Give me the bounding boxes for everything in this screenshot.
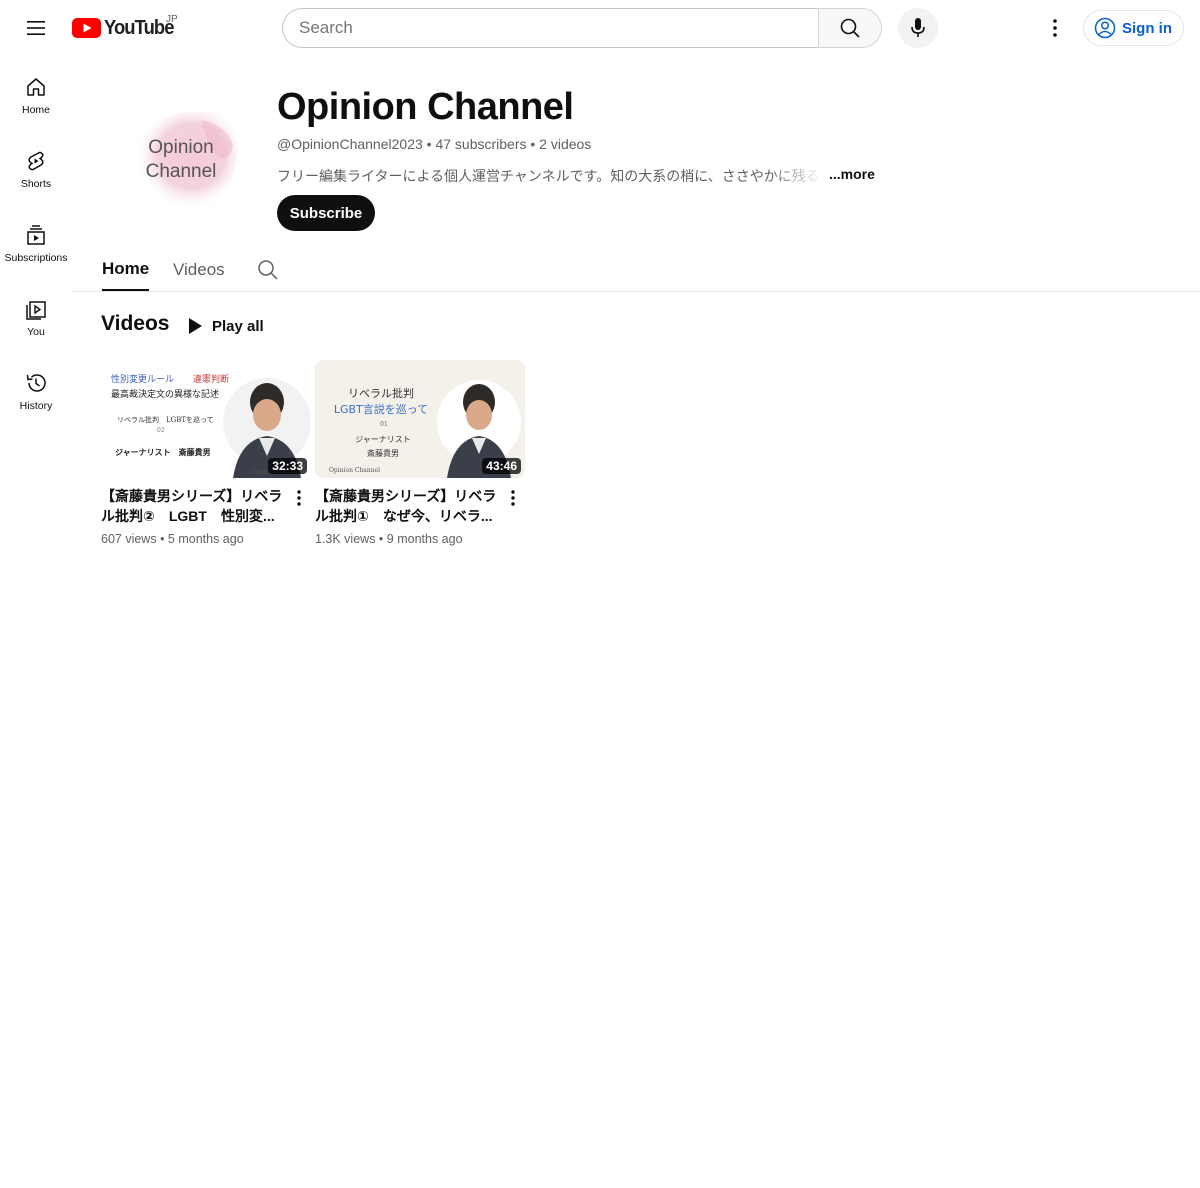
video-card[interactable]: 性別変更ルール 違憲判断 最高裁決定文の異様な記述 リベラル批判 LGBTを巡っ… xyxy=(101,360,311,546)
sign-in-button[interactable]: Sign in xyxy=(1083,10,1184,46)
settings-menu-button[interactable] xyxy=(1035,8,1075,48)
play-all-label: Play all xyxy=(212,317,264,335)
avatar-line1: Opinion xyxy=(148,137,214,158)
svg-text:違憲判断: 違憲判断 xyxy=(193,373,229,385)
svg-text:リベラル批判 LGBTを巡って: リベラル批判 LGBTを巡って xyxy=(117,415,214,424)
svg-text:Opin: Opin xyxy=(253,469,268,476)
menu-button[interactable] xyxy=(16,8,56,48)
sidebar: Home Shorts Subscriptions You History xyxy=(0,56,72,426)
play-icon xyxy=(189,318,202,334)
svg-text:リベラル批判: リベラル批判 xyxy=(348,386,414,400)
more-link[interactable]: ...more xyxy=(829,166,875,186)
svg-text:02: 02 xyxy=(157,427,165,434)
play-all-button[interactable]: Play all xyxy=(180,310,264,342)
svg-text:ジャーナリスト: ジャーナリスト xyxy=(355,435,411,444)
description-text: フリー編集ライターによる個人運営チャンネルです。知の大系の梢に、ささやかに残る xyxy=(277,168,820,184)
account-icon xyxy=(1094,17,1116,39)
shorts-icon xyxy=(28,151,44,171)
youtube-logo[interactable]: YouTube xyxy=(72,17,180,39)
logo-wordmark: YouTube xyxy=(104,16,174,39)
sidebar-item-shorts[interactable]: Shorts xyxy=(0,130,72,204)
tab-videos[interactable]: Videos xyxy=(173,248,225,292)
svg-text:ジャーナリスト 斎藤貴男: ジャーナリスト 斎藤貴男 xyxy=(115,447,211,457)
more-vert-icon xyxy=(297,490,301,506)
video-action-menu[interactable] xyxy=(287,486,311,510)
subscriptions-icon xyxy=(27,225,45,245)
sidebar-item-subscriptions[interactable]: Subscriptions xyxy=(0,204,72,278)
video-thumbnail[interactable]: 性別変更ルール 違憲判断 最高裁決定文の異様な記述 リベラル批判 LGBTを巡っ… xyxy=(101,360,311,478)
channel-tabs: Home Videos xyxy=(72,248,1200,292)
video-card[interactable]: リベラル批判 LGBT言説を巡って 01 ジャーナリスト 斎藤貴男 Opinio… xyxy=(315,360,525,546)
video-meta: 1.3K views • 9 months ago xyxy=(315,532,463,546)
search-icon xyxy=(258,260,278,280)
svg-text:Opinion Channel: Opinion Channel xyxy=(329,467,380,474)
svg-text:斎藤貴男: 斎藤貴男 xyxy=(367,448,399,458)
video-duration: 32:33 xyxy=(268,458,307,474)
svg-text:性別変更ルール: 性別変更ルール xyxy=(111,373,174,385)
sign-in-label: Sign in xyxy=(1122,19,1172,37)
history-icon xyxy=(26,374,46,392)
microphone-icon xyxy=(911,18,925,37)
video-views: 607 views xyxy=(101,532,157,546)
channel-name: Opinion Channel xyxy=(277,86,574,128)
channel-meta: @OpinionChannel2023 • 47 subscribers • 2… xyxy=(277,136,592,152)
sidebar-item-label: Home xyxy=(21,104,50,116)
svg-text:最高裁決定文の異様な記述: 最高裁決定文の異様な記述 xyxy=(111,388,219,400)
section-title: Videos xyxy=(101,312,170,335)
video-age: 9 months ago xyxy=(386,532,463,546)
sidebar-item-label: You xyxy=(27,326,45,338)
video-title[interactable]: 【斎藤貴男シリーズ】リベラル批判① なぜ今、リベラ... xyxy=(315,486,499,526)
sidebar-item-label: Shorts xyxy=(20,178,52,190)
video-age: 5 months ago xyxy=(167,532,244,546)
video-meta: 607 views • 5 months ago xyxy=(101,532,244,546)
channel-avatar: Opinion Channel xyxy=(101,80,261,240)
subscribe-button[interactable]: Subscribe xyxy=(277,195,375,231)
channel-search-button[interactable] xyxy=(257,258,281,282)
search-box xyxy=(282,8,819,48)
tab-home[interactable]: Home xyxy=(102,248,150,291)
channel-description[interactable]: フリー編集ライターによる個人運営チャンネルです。知の大系の梢に、ささやかに残る … xyxy=(277,166,875,186)
sidebar-item-history[interactable]: History xyxy=(0,352,72,426)
search-input[interactable] xyxy=(299,18,819,38)
top-bar: YouTube JP Sign in xyxy=(0,0,1200,56)
avatar-line2: Channel xyxy=(146,161,217,182)
sidebar-item-label: Subscriptions xyxy=(4,252,68,264)
voice-search-button[interactable] xyxy=(898,8,938,48)
more-vert-icon xyxy=(1053,19,1057,37)
hamburger-icon xyxy=(27,21,45,35)
sidebar-item-label: History xyxy=(19,400,53,412)
home-icon xyxy=(27,78,45,96)
you-icon xyxy=(26,301,46,320)
video-title[interactable]: 【斎藤貴男シリーズ】リベラル批判② LGBT 性別変... xyxy=(101,486,285,526)
svg-text:LGBT言説を巡って: LGBT言説を巡って xyxy=(334,402,428,416)
video-duration: 43:46 xyxy=(482,458,521,474)
region-code: JP xyxy=(166,14,178,25)
sidebar-item-home[interactable]: Home xyxy=(0,56,72,130)
video-action-menu[interactable] xyxy=(501,486,525,510)
search-button[interactable] xyxy=(818,8,882,48)
video-views: 1.3K views xyxy=(315,532,376,546)
svg-text:01: 01 xyxy=(380,421,388,428)
youtube-play-icon xyxy=(72,18,101,38)
sidebar-item-you[interactable]: You xyxy=(0,278,72,352)
more-vert-icon xyxy=(511,490,515,506)
search-icon xyxy=(840,18,860,38)
video-thumbnail[interactable]: リベラル批判 LGBT言説を巡って 01 ジャーナリスト 斎藤貴男 Opinio… xyxy=(315,360,525,478)
